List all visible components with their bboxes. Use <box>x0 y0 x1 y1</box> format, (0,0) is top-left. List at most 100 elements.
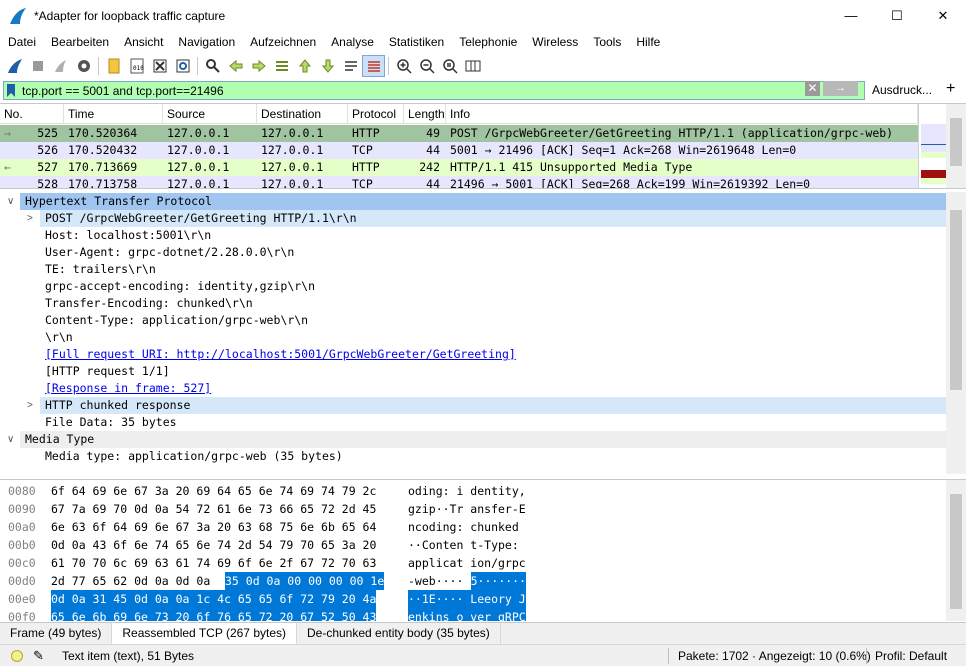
hex-bytes[interactable]: 6e 63 6f 64 69 6e 67 3a 20 63 68 75 6e 6… <box>51 518 376 536</box>
packet-row[interactable]: ← 527 170.713669 127.0.0.1 127.0.0.1 HTTP 242 H… <box>0 159 918 176</box>
close-button[interactable]: ✕ <box>920 0 966 31</box>
column-length[interactable]: Length <box>404 104 446 124</box>
tree-item[interactable]: Content-Type: application/grpc-web\r\n <box>0 312 946 329</box>
status-profile[interactable]: Profil: Default <box>875 649 947 663</box>
apply-filter-button[interactable]: → <box>823 81 858 96</box>
hex-bytes[interactable]: 2d 77 65 62 0d 0a 0d 0a <box>51 572 210 590</box>
reload-icon[interactable] <box>171 55 194 77</box>
ascii-bytes[interactable]: gzip··Tr ansfer-E <box>408 500 526 518</box>
tree-item[interactable]: Media type: application/grpc-web (35 byt… <box>0 448 946 465</box>
tree-item[interactable]: > POST /GrpcWebGreeter/GetGreeting HTTP/1… <box>0 210 946 227</box>
resize-columns-icon[interactable] <box>461 55 484 77</box>
edit-comment-icon[interactable]: ✎ <box>33 648 44 664</box>
tree-item[interactable]: grpc-accept-encoding: identity,gzip\r\n <box>0 278 946 295</box>
packet-row[interactable]: → 525 170.520364 127.0.0.1 127.0.0.1 HTTP 49 PO… <box>0 125 918 142</box>
ascii-bytes[interactable]: oding: i dentity, <box>408 482 526 500</box>
zoom-normal-icon[interactable] <box>438 55 461 77</box>
column-destination[interactable]: Destination <box>257 104 348 124</box>
chevron-right-icon[interactable]: > <box>27 210 33 227</box>
go-to-packet-icon[interactable] <box>270 55 293 77</box>
tree-item[interactable]: [HTTP request 1/1] <box>0 363 946 380</box>
hex-bytes[interactable]: 0d 0a 43 6f 6e 74 65 6e 74 2d 54 79 70 6… <box>51 536 376 554</box>
ascii-bytes[interactable]: 5······· <box>470 572 527 590</box>
tree-item-link[interactable]: [Full request URI: http://localhost:5001… <box>45 346 516 363</box>
hex-bytes[interactable]: 0d 0a 31 45 0d 0a 0a 1c 4c 65 65 6f 72 7… <box>51 590 377 608</box>
maximize-button[interactable]: ☐ <box>874 0 920 31</box>
hex-bytes[interactable]: 6f 64 69 6e 67 3a 20 69 64 65 6e 74 69 7… <box>51 482 376 500</box>
options-gear-icon[interactable] <box>72 55 95 77</box>
expert-info-icon[interactable] <box>11 650 23 662</box>
tree-item[interactable]: [Response in frame: 527] <box>0 380 946 397</box>
restart-icon[interactable] <box>49 55 72 77</box>
menu-tools[interactable]: Tools <box>585 35 628 49</box>
menu-statistiken[interactable]: Statistiken <box>381 35 451 49</box>
tree-item[interactable]: Host: localhost:5001\r\n <box>0 227 946 244</box>
tree-item[interactable]: > HTTP chunked response <box>0 397 946 414</box>
ascii-bytes[interactable]: ··Conten t-Type: <box>408 536 519 554</box>
colorize-icon[interactable] <box>362 54 385 77</box>
column-info[interactable]: Info <box>446 104 918 124</box>
tree-item[interactable]: User-Agent: grpc-dotnet/2.28.0.0\r\n <box>0 244 946 261</box>
tab-dechunked-entity[interactable]: De-chunked entity body (35 bytes) <box>297 623 501 644</box>
tab-reassembled-tcp[interactable]: Reassembled TCP (267 bytes) <box>112 623 297 644</box>
packet-minimap[interactable] <box>918 104 947 188</box>
forward-arrow-icon[interactable] <box>247 55 270 77</box>
menu-datei[interactable]: Datei <box>0 35 43 49</box>
bookmark-icon[interactable] <box>4 82 18 99</box>
hex-bytes[interactable]: 65 6e 6b 69 6e 73 20 6f 76 65 72 20 67 5… <box>51 608 377 621</box>
clear-filter-button[interactable]: ✕ <box>805 81 820 96</box>
zoom-in-icon[interactable] <box>392 55 415 77</box>
autoscroll-icon[interactable] <box>339 55 362 77</box>
packet-row[interactable]: 526 170.520432 127.0.0.1 127.0.0.1 TCP 44 5001… <box>0 142 918 159</box>
tree-item[interactable]: TE: trailers\r\n <box>0 261 946 278</box>
menu-telephonie[interactable]: Telephonie <box>451 35 524 49</box>
ascii-bytes[interactable]: enkins o ver gRPC <box>408 608 526 621</box>
tree-item-link[interactable]: [Response in frame: 527] <box>45 380 211 397</box>
chevron-down-icon[interactable]: ∨ <box>7 193 14 210</box>
ascii-bytes[interactable]: ncoding: chunked <box>408 518 519 536</box>
tree-item[interactable]: [Full request URI: http://localhost:5001… <box>0 346 946 363</box>
add-filter-button[interactable]: + <box>946 80 955 98</box>
bytes-row[interactable]: 0090 67 7a 69 70 0d 0a 54 72 61 6e 73 66 … <box>0 500 946 518</box>
tree-item[interactable]: Transfer-Encoding: chunked\r\n <box>0 295 946 312</box>
last-packet-icon[interactable] <box>316 55 339 77</box>
menu-aufzeichnen[interactable]: Aufzeichnen <box>242 35 323 49</box>
tab-frame[interactable]: Frame (49 bytes) <box>0 623 113 644</box>
ascii-bytes[interactable]: ··1E···· Leeory J <box>408 590 526 608</box>
column-protocol[interactable]: Protocol <box>348 104 404 124</box>
chevron-down-icon[interactable]: ∨ <box>7 431 14 448</box>
menu-bearbeiten[interactable]: Bearbeiten <box>43 35 116 49</box>
packet-row[interactable]: 528 170.713758 127.0.0.1 127.0.0.1 TCP 44 2149… <box>0 176 918 188</box>
bytes-row[interactable]: 00f0 65 6e 6b 69 6e 73 20 6f 76 65 72 20 … <box>0 608 946 621</box>
bytes-row[interactable]: 00c0 61 70 70 6c 69 63 61 74 69 6f 6e 2f … <box>0 554 946 572</box>
display-filter-input[interactable] <box>18 82 798 99</box>
save-file-icon[interactable]: 010 <box>125 55 148 77</box>
back-arrow-icon[interactable] <box>224 55 247 77</box>
shark-start-icon[interactable] <box>3 55 26 77</box>
tree-item[interactable]: \r\n <box>0 329 946 346</box>
menu-ansicht[interactable]: Ansicht <box>116 35 170 49</box>
bytes-row[interactable]: 00a0 6e 63 6f 64 69 6e 67 3a 20 63 68 75 … <box>0 518 946 536</box>
bytes-row[interactable]: 00b0 0d 0a 43 6f 6e 74 65 6e 74 2d 54 79 … <box>0 536 946 554</box>
hex-bytes[interactable]: 61 70 70 6c 69 63 61 74 69 6f 6e 2f 67 7… <box>51 554 376 572</box>
tree-item[interactable]: File Data: 35 bytes <box>0 414 946 431</box>
bytes-row[interactable]: 0080 6f 64 69 6e 67 3a 20 69 64 65 6e 74 … <box>0 482 946 500</box>
column-time[interactable]: Time <box>64 104 163 124</box>
tree-section-header[interactable]: ∨ Hypertext Transfer Protocol <box>0 193 946 210</box>
minimize-button[interactable]: — <box>828 0 874 31</box>
zoom-out-icon[interactable] <box>415 55 438 77</box>
hex-bytes[interactable]: 67 7a 69 70 0d 0a 54 72 61 6e 73 66 65 7… <box>51 500 376 518</box>
hex-bytes[interactable]: 35 0d 0a 00 00 00 00 1e <box>225 572 385 590</box>
first-packet-icon[interactable] <box>293 55 316 77</box>
close-file-icon[interactable] <box>148 55 171 77</box>
stop-icon[interactable] <box>26 55 49 77</box>
menu-analyse[interactable]: Analyse <box>323 35 381 49</box>
bytes-scrollbar[interactable] <box>946 480 966 621</box>
column-source[interactable]: Source <box>163 104 257 124</box>
column-no[interactable]: No. <box>0 104 64 124</box>
bytes-row[interactable]: 00d0 2d 77 65 62 0d 0a 0d 0a 35 0d 0a 00 … <box>0 572 946 590</box>
tree-section-header[interactable]: ∨ Media Type <box>0 431 946 448</box>
ascii-bytes[interactable]: applicat ion/grpc <box>408 554 526 572</box>
bytes-row[interactable]: 00e0 0d 0a 31 45 0d 0a 0a 1c 4c 65 65 6f … <box>0 590 946 608</box>
open-file-icon[interactable] <box>102 55 125 77</box>
